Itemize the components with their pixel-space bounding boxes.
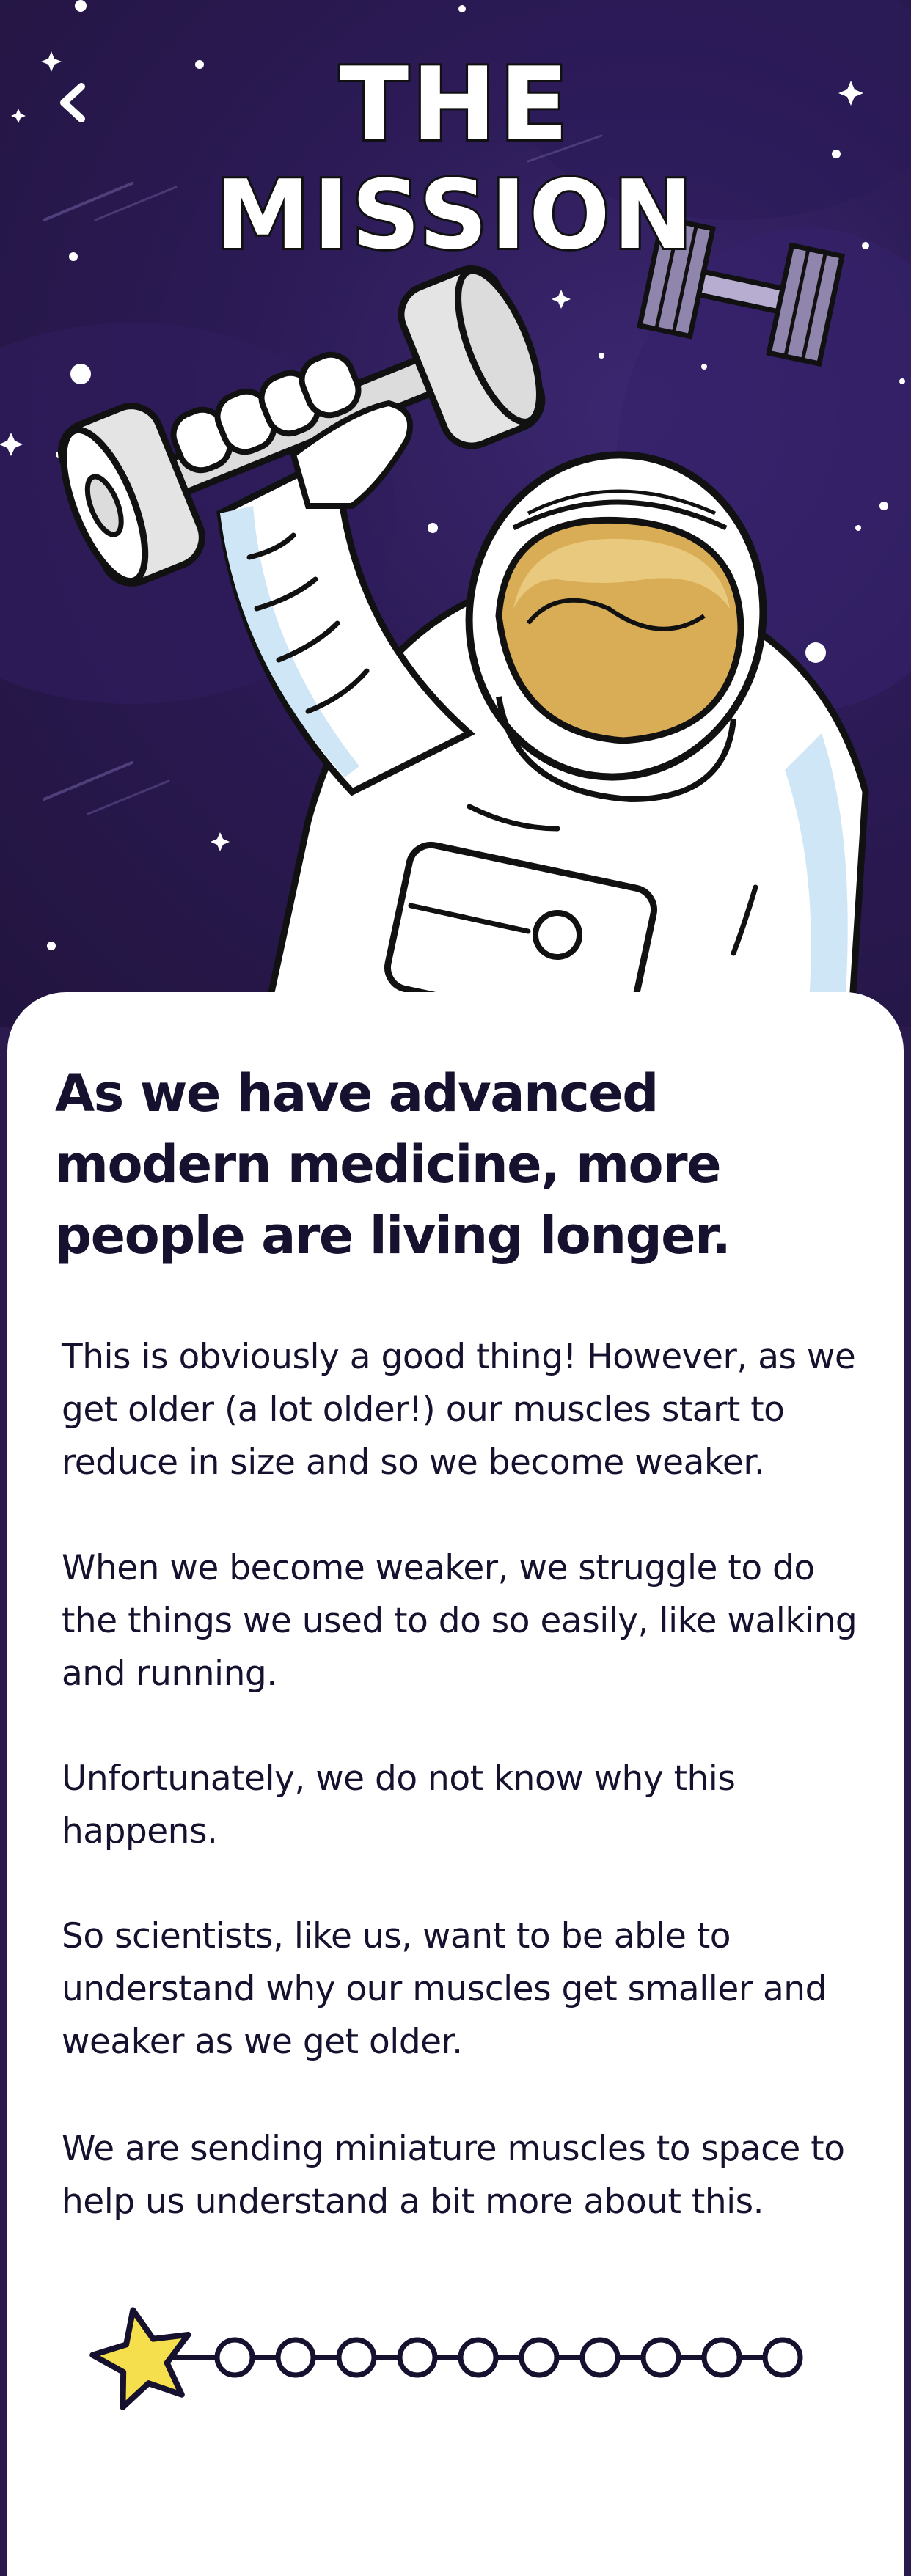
progress-step-dot[interactable] xyxy=(762,2337,803,2378)
progress-step-dot[interactable] xyxy=(640,2337,681,2378)
page-title-line-2: MISSION xyxy=(213,158,696,272)
progress-step-dot[interactable] xyxy=(519,2337,560,2378)
progress-step-dot[interactable] xyxy=(701,2337,742,2378)
progress-steps xyxy=(89,2307,803,2410)
hero-illustration: THE MISSION xyxy=(0,0,911,1027)
paragraph-5: We are sending miniature muscles to spac… xyxy=(62,2129,845,2222)
progress-step-dot[interactable] xyxy=(579,2337,621,2378)
page-title-line-1: THE xyxy=(337,45,571,164)
headline: As we have advanced modern medicine, mor… xyxy=(55,1063,731,1266)
paragraph-4: So scientists, like us, want to be able … xyxy=(62,1916,827,2062)
progress-step-dot[interactable] xyxy=(275,2337,316,2378)
paragraph-1: This is obviously a good thing! However,… xyxy=(62,1337,856,1483)
paragraph-3: Unfortunately, we do not know why this h… xyxy=(62,1758,736,1852)
progress-indicator xyxy=(88,2302,822,2423)
paragraph-2: When we become weaker, we struggle to do… xyxy=(62,1548,857,1694)
progress-step-dot[interactable] xyxy=(458,2337,499,2378)
progress-step-dot[interactable] xyxy=(397,2337,438,2378)
progress-step-dot[interactable] xyxy=(214,2337,255,2378)
progress-step-dot[interactable] xyxy=(336,2337,377,2378)
